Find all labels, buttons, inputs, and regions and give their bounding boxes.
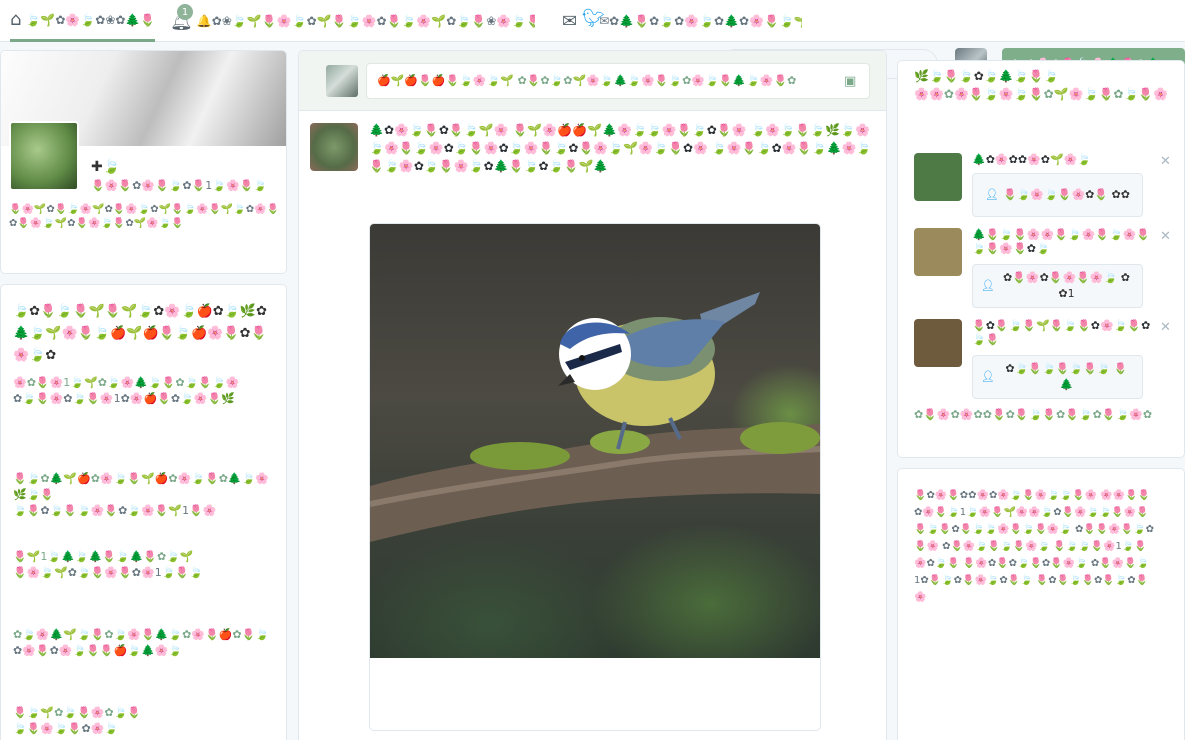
trends-title: 🍃✿🌷🍃🌷🌱🌷🌱🍃✿🌸🍃🍎✿🍃🌿✿🌲🍃🌱🌸🌷🍃🍎🌱🍎🌷🍃🍎🌸🌷✿🌷🌸🍃✿ — [13, 304, 267, 363]
trend-item[interactable]: 🌷🍃🌱✿🍃🌷🌸✿🍃🌷 🍃🌷🌸🍃🌷✿🌸🍃 — [13, 705, 271, 737]
trend-name: 🌷🍃🌱✿🍃🌷🌸✿🍃🌷 — [13, 706, 142, 719]
trend-name: ✿🍃🌸🌲🌱🍃🌷✿🍃🌸🌷🌲🍃✿🌸🌷🍎✿🌷🍃 — [13, 628, 270, 641]
nav-home-tab[interactable]: ⌂ 🍃🌱✿🌸🍃✿❀✿🌲🌷 — [10, 0, 155, 42]
nav-home-label: 🍃🌱✿🌸🍃✿❀✿🌲🌷 — [25, 12, 155, 27]
timeline: 🍎🌱🍎🌷🍎🌷🍃🌸🍃🌱 ✿🌷✿🍃✿🌱🌸🍃🌲🍃🌸🌷🍃✿🌸🍃🌷🌲🍃🌸🌷✿ ▣ 🌲✿🌸🍃… — [298, 50, 887, 740]
camera-icon[interactable]: ▣ — [844, 74, 856, 89]
envelope-icon: ✉ — [562, 10, 578, 32]
profile-handle[interactable]: 🌷🌸🌷✿🌸🌷🍃✿🌷1🍃🌸🌷🍃 — [91, 179, 267, 192]
composer-avatar — [326, 65, 358, 97]
tweet-media[interactable] — [369, 223, 821, 731]
twitter-bird-logo-icon[interactable]: 🐦︎ — [582, 8, 605, 29]
trend-meta: ✿🌸🌷✿🌸🍃🌷🌷🍎🍃🌲🌸🍃 — [13, 644, 183, 657]
tweet-author-avatar[interactable] — [310, 123, 358, 171]
add-user-icon: 👤︎ — [981, 279, 995, 292]
follow-button-label: 🌷🍃🌸🍃🌷🌸✿🌷 ✿✿ — [1002, 188, 1130, 201]
close-icon[interactable]: ✕ — [1160, 229, 1171, 244]
trend-item[interactable]: 🌷🌱1🍃🌲🍃🌲🌷🍃🌲🌷✿🍃🌱 🌷🌸🍃🌱✿🍃🌷🌸🌷✿🌸1🍃🌷🍃 — [13, 549, 271, 581]
footer-links-card: 🌷✿🌸🌷✿✿🌸✿🌸🍃🌷🌸🍃🍃🌷🌸 🌸🌸🌷🌷✿🌸🌷🍃1🍃🌸🌷🌱🌸🌸🍃✿🌷🌸🍃🍃🌷🌸… — [897, 468, 1185, 740]
suggestion-name[interactable]: 🌷✿🌷🍃🌷🌱🌷🍃🌷✿🌸🍃🌷✿🍃🌷 — [972, 319, 1152, 347]
compose-input[interactable]: 🍎🌱🍎🌷🍎🌷🍃🌸🍃🌱 ✿🌷✿🍃✿🌱🌸🍃🌲🍃🌸🌷🍃✿🌸🍃🌷🌲🍃🌸🌷✿ — [366, 63, 870, 99]
home-icon: ⌂ — [10, 9, 22, 30]
follow-button[interactable]: 👤︎ ✿🍃🌷🍃🌷🍃🌷🍃 🌷🌲 — [972, 355, 1143, 399]
follow-button[interactable]: 👤︎ ✿🌷🌸✿🌷🌸🌷🌸🍃 ✿✿1 — [972, 264, 1143, 308]
follow-button-label: ✿🍃🌷🍃🌷🍃🌷🍃 🌷🌲 — [1005, 362, 1128, 391]
trend-item[interactable]: 🌸✿🌷🌸1🍃🌱✿🍃🌸🌲🍃🌷✿🍃🌷🍃🌸 ✿🍃🌷🌸✿🍃🌷🌸1✿🌸🍎🌷✿🍃🌸🌷🌿 — [13, 375, 271, 407]
trend-item[interactable]: ✿🍃🌸🌲🌱🍃🌷✿🍃🌸🌷🌲🍃✿🌸🌷🍎✿🌷🍃 ✿🌸🌷✿🌸🍃🌷🌷🍎🍃🌲🌸🍃 — [13, 627, 271, 659]
close-icon[interactable]: ✕ — [1160, 154, 1171, 169]
trend-meta: 🌷🌸🍃🌱✿🍃🌷🌸🌷✿🌸1🍃🌷🍃 — [13, 566, 203, 579]
tweet-composer: 🍎🌱🍎🌷🍎🌷🍃🌸🍃🌱 ✿🌷✿🍃✿🌱🌸🍃🌲🍃🌸🌷🍃✿🌸🍃🌷🌲🍃🌸🌷✿ ▣ — [299, 51, 886, 111]
trend-name: 🌸✿🌷🌸1🍃🌱✿🍃🌸🌲🍃🌷✿🍃🌷🍃🌸 — [13, 376, 240, 389]
tweet[interactable]: 🌲✿🌸🍃🌷✿🌷🍃🌱🌸 🌷🌱🌸🍎🍎🌱🌲🌸🍃🍃🌸🌷🍃✿🌷🌸 🍃🌸🍃🌷🍃🌿🍃🌸🍃🌸🌷🍃… — [299, 111, 886, 740]
trend-item[interactable]: 🌷🍃✿🌲🌱🍎✿🌸🍃🌷🌱🍎✿🌸🍃🌷✿🌲🍃🌸🌿🍃🌷 🍃🌷✿🍃🌷🍃🌸🌷✿🍃🌸🌷🌱1🌷🌸 — [13, 471, 271, 519]
blue-tit-photo[interactable] — [370, 224, 820, 658]
nav-notifications-tab[interactable]: 🔔︎ 🔔✿❀🍃🌱🌷🌸🍃✿🌱🌷🍃🌸✿🌷🍃🌸🌱✿🍃🌷❀🌸🍃🌷1🌸 — [170, 0, 535, 42]
profile-avatar[interactable] — [9, 121, 79, 191]
who-to-follow-title: 🌿🍃🌷🍃✿🍃🌲🍃🌷🍃 🌸🌸✿🌸🌷🍃🌸🍃🌷✿🌱🌸🍃🌷✿🍃🌷🌸 — [914, 67, 1170, 103]
follow-button[interactable]: 👤︎ 🌷🍃🌸🍃🌷🌸✿🌷 ✿✿ — [972, 173, 1143, 217]
add-user-icon: 👤︎ — [981, 370, 995, 383]
trend-name: 🌷🍃✿🌲🌱🍎✿🌸🍃🌷🌱🍎✿🌸🍃🌷✿🌲🍃🌸🌿🍃🌷 — [13, 472, 270, 501]
trend-meta: 🍃🌷✿🍃🌷🍃🌸🌷✿🍃🌸🌷🌱1🌷🌸 — [13, 504, 217, 517]
suggestion-name[interactable]: 🌲🌷🍃🌷🌸🌸🌷🍃🌸🌷🍃🌸🌷🍃🌷🌸🌷✿🍃 — [972, 228, 1152, 256]
footer-links[interactable]: 🌷✿🌸🌷✿✿🌸✿🌸🍃🌷🌸🍃🍃🌷🌸 🌸🌸🌷🌷✿🌸🌷🍃1🍃🌸🌷🌱🌸🌸🍃✿🌷🌸🍃🍃🌷🌸… — [914, 487, 1154, 606]
who-to-follow-card: 🌿🍃🌷🍃✿🍃🌲🍃🌷🍃 🌸🌸✿🌸🌷🍃🌸🍃🌷✿🌱🌸🍃🌷✿🍃🌷🌸 🌲✿🌸✿✿🌸✿🌱🌸🍃… — [897, 60, 1185, 458]
blue-tit-illustration — [370, 292, 820, 542]
profile-stats[interactable]: 🌷🌸🌱✿🌷🍃🌸🌱✿🌷🌸🍃✿🌱🌷🍃🌸🌷🌱🍃✿🌸🌷✿🌷🌸🍃🌱✿🌷🌸🍃🌷✿🌱🌸🍃🌷 — [9, 203, 281, 231]
top-navigation-bar: ⌂ 🍃🌱✿🌸🍃✿❀✿🌲🌷 🔔︎ 🔔✿❀🍃🌱🌷🌸🍃✿🌱🌷🍃🌸✿🌷🍃🌸🌱✿🍃🌷❀🌸🍃… — [0, 0, 1185, 42]
suggestion-avatar[interactable] — [914, 153, 962, 201]
notification-count-badge: 1 — [177, 4, 193, 20]
trend-name: 🌷🌱1🍃🌲🍃🌲🌷🍃🌲🌷✿🍃🌱 — [13, 550, 194, 563]
who-to-follow-links[interactable]: 🌸🌸✿🌸🌷🍃🌸🍃🌷✿🌱🌸🍃🌷✿🍃🌷🌸 — [914, 87, 1168, 101]
profile-name[interactable]: ✚🍃 — [91, 159, 120, 175]
nav-notifications-label: 🔔✿❀🍃🌱🌷🌸🍃✿🌱🌷🍃🌸✿🌷🍃🌸🌱✿🍃🌷❀🌸🍃🌷1🌸 — [196, 14, 535, 28]
find-friends-link[interactable]: ✿🌷🌸✿🌸✿✿🌷✿🌷🍃🌷✿🌷🍃✿🌷🍃🌸✿ — [914, 407, 1170, 423]
add-user-icon: 👤︎ — [985, 188, 999, 201]
trend-meta: ✿🍃🌷🌸✿🍃🌷🌸1✿🌸🍎🌷✿🍃🌸🌷🌿 — [13, 392, 235, 405]
trends-card: 🍃✿🌷🍃🌷🌱🌷🌱🍃✿🌸🍃🍎✿🍃🌿✿🌲🍃🌱🌸🌷🍃🍎🌱🍎🌷🍃🍎🌸🌷✿🌷🌸🍃✿ 🌸✿🌷… — [0, 284, 287, 740]
nav-messages-label: ✉✿🌲🌷✿🍃✿🌸🍃✿🌲✿🌸🌷🍃🌱🌷 — [599, 14, 802, 28]
trend-meta: 🍃🌷🌸🍃🌷✿🌸🍃 — [13, 722, 119, 735]
close-icon[interactable]: ✕ — [1160, 320, 1171, 335]
follow-button-label: ✿🌷🌸✿🌷🌸🌷🌸🍃 ✿✿1 — [1002, 271, 1130, 300]
tweet-text: 🌲✿🌸🍃🌷✿🌷🍃🌱🌸 🌷🌱🌸🍎🍎🌱🌲🌸🍃🍃🌸🌷🍃✿🌷🌸 🍃🌸🍃🌷🍃🌿🍃🌸🍃🌸🌷🍃… — [369, 123, 872, 173]
profile-card: ✚🍃 🌷🌸🌷✿🌸🌷🍃✿🌷1🍃🌸🌷🍃 🌷🌸🌱✿🌷🍃🌸🌱✿🌷🌸🍃✿🌱🌷🍃🌸🌷🌱🍃✿🌸… — [0, 50, 287, 274]
suggestion-avatar[interactable] — [914, 228, 962, 276]
suggestion-name[interactable]: 🌲✿🌸✿✿🌸✿🌱🌸🍃 — [972, 153, 1152, 167]
who-to-follow-heading: 🌿🍃🌷🍃✿🍃🌲🍃🌷🍃 — [914, 69, 1059, 83]
suggestion-avatar[interactable] — [914, 319, 962, 367]
